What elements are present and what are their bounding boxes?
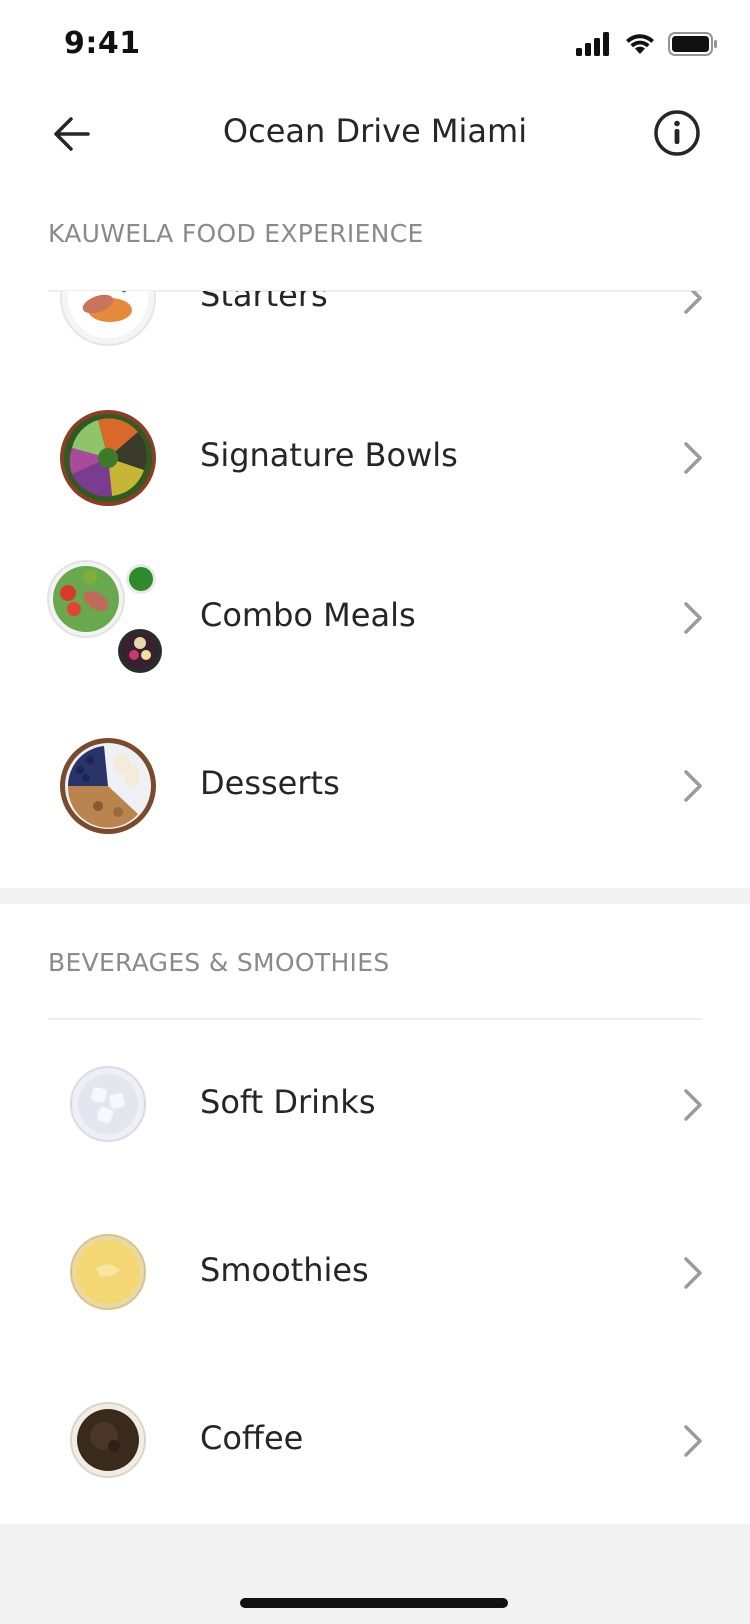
info-button[interactable] <box>652 108 702 158</box>
battery-icon <box>668 32 717 56</box>
nav-bar: Ocean Drive Miami <box>0 90 750 176</box>
status-icons <box>576 32 718 56</box>
wifi-icon <box>626 34 654 54</box>
combo-plate-icon <box>47 560 162 673</box>
menu-row-coffee[interactable]: Coffee <box>0 1360 750 1520</box>
section-header-beverages: BEVERAGES & SMOOTHIES <box>48 948 390 977</box>
menu-screen: 9:41 Ocean Drive Miami KAUWELA FOOD EXPE… <box>0 0 750 1624</box>
food-list: Starters Signature Bowls Combo Meals Des… <box>0 291 750 891</box>
menu-row-signature-bowls[interactable]: Signature Bowls <box>0 377 750 537</box>
chevron-right-icon <box>684 602 702 634</box>
menu-row-combo-meals[interactable]: Combo Meals <box>0 537 750 697</box>
section-header-food: KAUWELA FOOD EXPERIENCE <box>48 219 424 248</box>
menu-row-label: Combo Meals <box>200 596 416 634</box>
menu-row-soft-drinks[interactable]: Soft Drinks <box>0 1024 750 1184</box>
cellular-signal-icon <box>576 32 609 56</box>
menu-row-smoothies[interactable]: Smoothies <box>0 1192 750 1352</box>
page-title: Ocean Drive Miami <box>222 112 528 150</box>
menu-row-label: Smoothies <box>200 1251 369 1289</box>
section-divider <box>48 1018 702 1020</box>
chevron-right-icon <box>684 1089 702 1121</box>
chevron-right-icon <box>684 442 702 474</box>
bottom-area <box>0 1524 750 1624</box>
status-time: 9:41 <box>64 26 141 61</box>
chevron-right-icon <box>684 1425 702 1457</box>
menu-row-label: Coffee <box>200 1419 304 1457</box>
home-indicator[interactable] <box>240 1598 508 1608</box>
poke-bowl-icon <box>60 410 156 506</box>
starters-dish-icon <box>60 291 156 346</box>
menu-row-label: Soft Drinks <box>200 1083 376 1121</box>
mango-smoothie-icon <box>70 1234 146 1310</box>
menu-row-label: Starters <box>200 291 328 314</box>
coffee-cup-icon <box>70 1402 146 1478</box>
ice-glass-icon <box>70 1066 146 1142</box>
chevron-right-icon <box>684 1257 702 1289</box>
menu-row-desserts[interactable]: Desserts <box>0 705 750 865</box>
info-icon <box>654 110 700 156</box>
menu-row-starters[interactable]: Starters <box>0 291 750 377</box>
menu-row-label: Desserts <box>200 764 340 802</box>
acai-bowl-icon <box>60 738 156 834</box>
chevron-right-icon <box>684 770 702 802</box>
menu-row-label: Signature Bowls <box>200 436 458 474</box>
chevron-right-icon <box>684 291 702 314</box>
section-separator <box>0 888 750 904</box>
status-bar: 9:41 <box>0 0 750 90</box>
